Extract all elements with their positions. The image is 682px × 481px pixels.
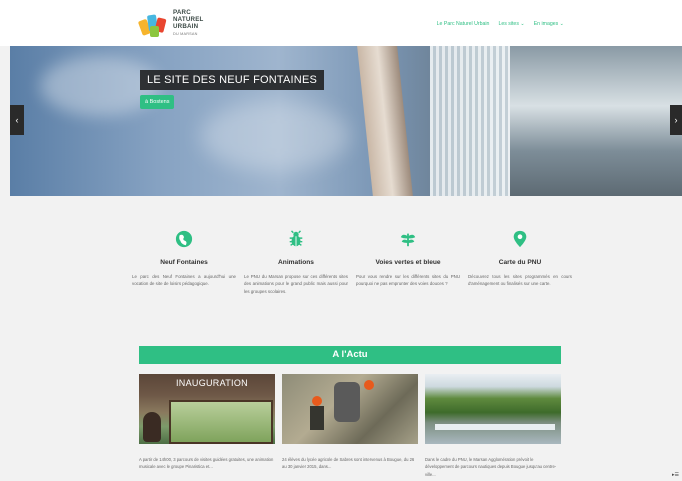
news-card[interactable]: Dans le cadre du PNU, le Marsan Agglomér…: [425, 374, 561, 478]
bug-icon: [289, 230, 303, 247]
news-excerpt: Dans le cadre du PNU, le Marsan Agglomér…: [425, 457, 557, 477]
image-weir: [435, 424, 555, 430]
feature-title: Neuf Fontaines: [160, 259, 208, 266]
features-row: Neuf Fontaines Le parc des Neuf Fontaine…: [132, 230, 572, 295]
image-helmet: [364, 380, 374, 390]
feature-text: Le PNU du Marsan propose sur ces différe…: [244, 274, 348, 294]
logo-leaves-icon: [138, 14, 167, 37]
hero-railing: [357, 46, 413, 196]
nav-item-images[interactable]: En images ⌄: [534, 21, 564, 27]
main-nav: Le Parc Naturel Urbain Les sites ⌄ En im…: [437, 21, 564, 27]
hero-cloud: [200, 101, 350, 171]
image-person: [143, 412, 161, 442]
logo-line-2: NATUREL: [173, 16, 204, 24]
feature-title: Carte du PNU: [498, 259, 542, 266]
news-cards: INAUGURATION A partir de 14h00, 3 parcou…: [139, 374, 561, 478]
scroll-indicator-icon[interactable]: ▸☰: [672, 472, 679, 478]
news-excerpt: A partir de 14h00, 3 parcours de visites…: [139, 457, 274, 470]
hero-button[interactable]: à Bostens: [140, 95, 175, 109]
news-excerpt: 24 élèves du lycée agricole de Sabres so…: [282, 457, 415, 470]
feature-animations: Animations Le PNU du Marsan propose sur …: [244, 230, 348, 295]
globe-icon: [175, 230, 193, 248]
hero-title: LE SITE DES NEUF FONTAINES: [140, 70, 325, 90]
slider-next-button[interactable]: ›: [670, 105, 682, 135]
image-helmet: [312, 396, 322, 406]
hero-slider: [10, 46, 682, 196]
logo-line-1: PARC: [173, 9, 191, 16]
map-pin-icon: [513, 230, 527, 248]
feature-title: Animations: [278, 259, 314, 266]
logo-line-4: DU MARSAN: [173, 31, 198, 36]
news-image[interactable]: [282, 374, 418, 444]
nav-item-parc[interactable]: Le Parc Naturel Urbain: [437, 21, 490, 27]
news-image[interactable]: INAUGURATION: [139, 374, 275, 444]
feature-text: Découvrez tous les sites programmés en c…: [468, 274, 572, 287]
actu-heading: A l'Actu: [139, 346, 561, 364]
feature-title: Voies vertes et bleue: [375, 259, 441, 266]
feature-carte: Carte du PNU Découvrez tous les sites pr…: [468, 230, 572, 295]
feature-text: Pour vous rendre sur les différents site…: [356, 274, 460, 287]
leaf-icon: [400, 233, 416, 247]
news-card[interactable]: INAUGURATION A partir de 14h00, 3 parcou…: [139, 374, 275, 478]
image-scene: [169, 400, 273, 444]
slider-prev-button[interactable]: ‹: [10, 105, 24, 135]
image-worker: [334, 382, 360, 422]
logo-text: PARC NATUREL URBAIN DU MARSAN: [173, 9, 204, 38]
logo-line-3: URBAIN: [173, 23, 199, 31]
nav-item-sites[interactable]: Les sites ⌄: [498, 21, 524, 27]
site-logo[interactable]: PARC NATUREL URBAIN DU MARSAN: [138, 9, 213, 41]
news-card[interactable]: 24 élèves du lycée agricole de Sabres so…: [282, 374, 418, 478]
hero-waterfall: [430, 46, 520, 196]
feature-neuf-fontaines: Neuf Fontaines Le parc des Neuf Fontaine…: [132, 230, 236, 295]
image-worker: [310, 406, 324, 430]
feature-text: Le parc des Neuf Fontaines a aujourd'hui…: [132, 274, 236, 287]
image-caption: INAUGURATION: [176, 378, 248, 388]
news-image[interactable]: [425, 374, 561, 444]
hero-river: [510, 46, 682, 196]
site-header: PARC NATUREL URBAIN DU MARSAN Le Parc Na…: [0, 0, 682, 46]
feature-voies-vertes: Voies vertes et bleue Pour vous rendre s…: [356, 230, 460, 295]
